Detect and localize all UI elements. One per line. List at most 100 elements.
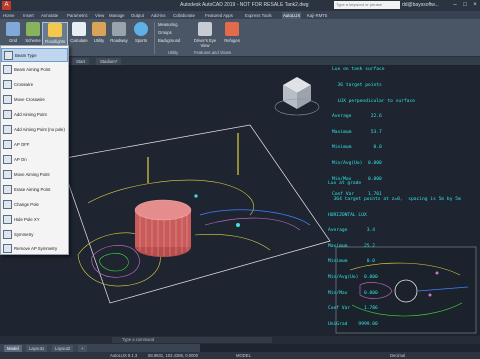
grade-result-line: Average 3.4 — [328, 228, 376, 234]
beam-type-icon — [4, 51, 13, 60]
menu-item-add-aiming-point[interactable]: Add Aiming Point — [1, 108, 68, 122]
layout-tab-layout2[interactable]: Layout2 — [52, 345, 74, 352]
tank-result-line: Maximum 53.7 — [332, 129, 382, 135]
roadway-label: Roadway — [110, 38, 128, 43]
fixture-marker-3 — [194, 194, 198, 198]
remove-ap-symmetry-icon — [3, 244, 12, 253]
menu-item-remove-ap-symmetry[interactable]: Remove AP Symmetry — [1, 242, 68, 256]
calculate-label: Calculate — [70, 38, 88, 43]
doc-tab-stadium[interactable]: Stadium* — [96, 58, 122, 65]
drivers-eye-view-button[interactable]: Driver's Eye View — [190, 22, 220, 50]
menu-item-move-aiming-point[interactable]: Move Aiming Point — [1, 168, 68, 182]
utility-label: Utility — [93, 38, 105, 43]
scheme-icon — [26, 22, 40, 36]
fixture-marker-2 — [236, 223, 240, 227]
ground-plane-outline — [59, 124, 331, 304]
roadway-button[interactable]: Roadway — [108, 22, 130, 50]
menu-item-hide-pole-xy[interactable]: Hide Pole XY — [1, 213, 68, 227]
grade-result-line: 364 target points at z=0, spacing is 5m … — [328, 197, 461, 203]
calculate-icon — [72, 22, 86, 36]
close-icon[interactable]: × — [470, 1, 480, 9]
menu-item-beam-aiming-point[interactable]: Beam Aiming Point — [1, 63, 68, 77]
tab-autolux[interactable]: AutoLUX — [282, 12, 302, 19]
floodlights-dropdown-menu: Beam Type Beam Aiming Point Crosswire Mo… — [0, 45, 69, 255]
roadway-icon — [112, 22, 126, 36]
hide-pole-xy-icon — [3, 215, 12, 224]
search-input[interactable]: Type a keyword or phrase — [334, 1, 400, 9]
tab-home[interactable]: Home — [2, 12, 15, 19]
groups-button[interactable]: Groups — [158, 30, 172, 35]
add-aiming-point-no-pole-icon — [3, 125, 12, 134]
tab-annotate[interactable]: Annotate — [40, 12, 59, 19]
status-bar: AutoLUX 9.1.3 58.9831, 102.4286, 0.0000 … — [0, 352, 480, 359]
tank-top — [134, 199, 192, 221]
doc-tab-start[interactable]: Start — [72, 58, 90, 65]
menu-item-beam-type[interactable]: Beam Type — [1, 48, 68, 62]
status-units[interactable]: Decimal — [390, 353, 405, 358]
floodlights-label: Floodlights — [44, 39, 66, 44]
status-app-version: AutoLUX 9.1.3 — [110, 353, 138, 358]
app-logo-icon[interactable]: A — [2, 1, 11, 10]
grade-result-line: Min/Max 0.000 — [328, 290, 378, 296]
minimize-icon[interactable]: – — [450, 1, 460, 9]
command-input[interactable]: Type a command — [112, 337, 272, 343]
background-button[interactable]: Background — [158, 38, 180, 43]
drawing-viewport[interactable]: Lux on tank surface 36 target points LUX… — [0, 65, 480, 344]
grade-result-line: Lux at grade — [328, 181, 362, 187]
utility-icon — [92, 22, 106, 36]
title-bar: A Autodesk AutoCAD 2019 - NOT FOR RESALE… — [0, 0, 480, 11]
menu-item-ap-off[interactable]: AP OFF — [1, 138, 68, 152]
tab-collaborate[interactable]: Collaborate — [172, 12, 196, 19]
maximize-icon[interactable]: □ — [460, 1, 470, 9]
contour-line-magenta — [204, 217, 301, 231]
tab-parametric[interactable]: Parametric — [66, 12, 89, 19]
layout-tab-model[interactable]: Model — [4, 345, 22, 352]
menu-item-erase-aiming-point[interactable]: Erase Aiming Point — [1, 183, 68, 197]
move-crosswire-icon — [3, 95, 12, 104]
grid-icon — [6, 22, 20, 36]
tab-manage[interactable]: Manage — [108, 12, 126, 19]
menu-item-change-pole[interactable]: Change Pole — [1, 198, 68, 212]
menu-item-add-aiming-point-no-pole[interactable]: Add Aiming Point (no pole) — [1, 123, 68, 137]
tank-result-line: Minimum 0.0 — [332, 145, 382, 151]
menu-item-ap-on[interactable]: AP On — [1, 153, 68, 167]
grade-result-line: HORIZONTAL LUX — [328, 212, 367, 218]
grade-result-line: Min/Avg(Uo) 0.000 — [328, 275, 378, 281]
calculate-button[interactable]: Calculate — [68, 22, 90, 50]
user-account[interactable]: dd@bayssoftw... — [402, 2, 439, 8]
tab-express-tools[interactable]: Express Tools — [244, 12, 273, 19]
move-aiming-point-icon — [3, 170, 12, 179]
panel-label-features: Features and Views — [194, 50, 231, 55]
window-title: Autodesk AutoCAD 2019 - NOT FOR RESALE T… — [180, 2, 309, 8]
contour-loop-magenta — [91, 245, 140, 278]
tank-result-line: Average 22.6 — [332, 114, 382, 120]
tab-addins[interactable]: Add-ins — [150, 12, 167, 19]
ap-on-icon — [3, 155, 12, 164]
ribbon-tab-bar: Home Insert Annotate Parametric View Man… — [0, 11, 480, 19]
utility-button[interactable]: Utility — [88, 22, 110, 50]
refuges-button[interactable]: Refuges — [220, 22, 244, 50]
layout-tab-layout1[interactable]: Layout1 — [26, 345, 48, 352]
tab-insert[interactable]: Insert — [22, 12, 35, 19]
symmetry-icon — [3, 230, 12, 239]
status-coordinates: 58.9831, 102.4286, 0.0000 — [148, 353, 199, 358]
contour-loop-green — [99, 253, 129, 272]
menu-item-crosswire[interactable]: Crosswire — [1, 78, 68, 92]
status-model-toggle[interactable]: MODEL — [236, 353, 251, 358]
grade-results-panel: Lux at grade 364 target points at z=0, s… — [328, 171, 461, 338]
menu-item-move-crosswire[interactable]: Move Crosswire — [1, 93, 68, 107]
menu-item-symmetry[interactable]: Symmetry — [1, 228, 68, 242]
ap-off-icon — [3, 140, 12, 149]
sports-button[interactable]: Sports — [130, 22, 152, 50]
measuring-button[interactable]: Measuring — [158, 22, 178, 27]
tab-featured-apps[interactable]: Featured Apps — [204, 12, 234, 19]
tank-result-line: 36 target points — [332, 83, 382, 89]
grade-result-line: UniGrad 9999.00 — [328, 321, 378, 327]
tab-view[interactable]: View — [94, 12, 105, 19]
add-layout-button[interactable]: + — [78, 345, 87, 352]
add-aiming-point-icon — [3, 110, 12, 119]
tab-output[interactable]: Output — [130, 12, 145, 19]
ribbon-divider — [154, 22, 155, 54]
tab-kaji-rmt5[interactable]: Kaji-RMT5 — [306, 12, 328, 19]
contour-line-yellow-2 — [194, 234, 271, 251]
